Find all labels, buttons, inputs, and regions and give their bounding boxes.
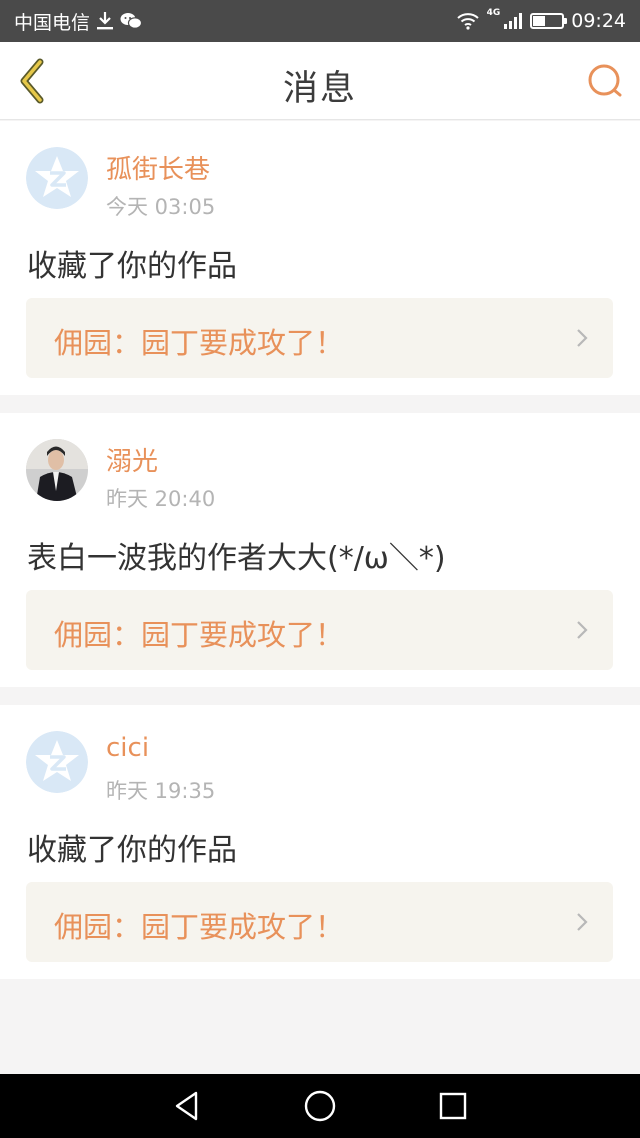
header-bar: 消息 <box>0 42 640 120</box>
work-title: 佣园：园丁要成攻了！ <box>54 618 345 652</box>
chevron-right-icon <box>577 621 588 639</box>
network-type: 4G <box>486 8 501 18</box>
system-nav-bar <box>0 1074 640 1138</box>
chevron-right-icon <box>577 913 588 931</box>
nav-home-button[interactable] <box>292 1078 348 1134</box>
nav-back-button[interactable] <box>159 1078 215 1134</box>
nav-recents-button[interactable] <box>425 1078 481 1134</box>
timestamp: 今天 03:05 <box>106 195 216 219</box>
avatar[interactable] <box>26 731 88 793</box>
message-card: cici 昨天 19:35 收藏了你的作品 佣园：园丁要成攻了！ <box>0 705 640 979</box>
work-link[interactable]: 佣园：园丁要成攻了！ <box>26 590 613 670</box>
wifi-icon <box>456 12 480 30</box>
signal-icon <box>503 12 523 30</box>
username[interactable]: 溺光 <box>106 441 158 478</box>
search-button[interactable] <box>586 62 624 100</box>
search-icon <box>588 64 622 97</box>
back-triangle-icon <box>175 1091 197 1121</box>
home-circle-icon <box>304 1090 336 1122</box>
timestamp: 昨天 20:40 <box>106 487 216 511</box>
carrier-name: 中国电信 <box>14 11 91 34</box>
username[interactable]: cici <box>106 733 149 763</box>
work-link[interactable]: 佣园：园丁要成攻了！ <box>26 882 613 962</box>
battery-icon <box>530 13 568 29</box>
chevron-right-icon <box>577 329 588 347</box>
clock: 09:24 <box>571 10 626 32</box>
avatar[interactable] <box>26 147 88 209</box>
message-text: 收藏了你的作品 <box>27 249 237 284</box>
message-text: 表白一波我的作者大大(*/ω＼*) <box>27 541 446 576</box>
message-text: 收藏了你的作品 <box>27 833 237 868</box>
avatar[interactable] <box>26 439 88 501</box>
status-right: 4G 09:24 <box>456 8 626 32</box>
download-icon <box>96 11 114 31</box>
username[interactable]: 孤街长巷 <box>106 149 210 186</box>
message-card: 孤街长巷 今天 03:05 收藏了你的作品 佣园：园丁要成攻了！ <box>0 121 640 395</box>
status-left: 中国电信 <box>14 8 143 35</box>
wechat-icon <box>120 12 143 30</box>
default-qzone-avatar-icon <box>26 147 88 209</box>
work-title: 佣园：园丁要成攻了！ <box>54 910 345 944</box>
message-list: 孤街长巷 今天 03:05 收藏了你的作品 佣园：园丁要成攻了！ 溺光 昨天 2… <box>0 121 640 997</box>
work-title: 佣园：园丁要成攻了！ <box>54 326 345 360</box>
photo-avatar-icon <box>26 439 88 501</box>
recents-square-icon <box>440 1092 467 1120</box>
status-bar: 中国电信 4G 09:24 <box>0 0 640 42</box>
work-link[interactable]: 佣园：园丁要成攻了！ <box>26 298 613 378</box>
message-card: 溺光 昨天 20:40 表白一波我的作者大大(*/ω＼*) 佣园：园丁要成攻了！ <box>0 413 640 687</box>
page-title: 消息 <box>282 69 357 109</box>
battery-level <box>533 16 546 26</box>
default-qzone-avatar-icon <box>26 731 88 793</box>
timestamp: 昨天 19:35 <box>106 779 216 803</box>
